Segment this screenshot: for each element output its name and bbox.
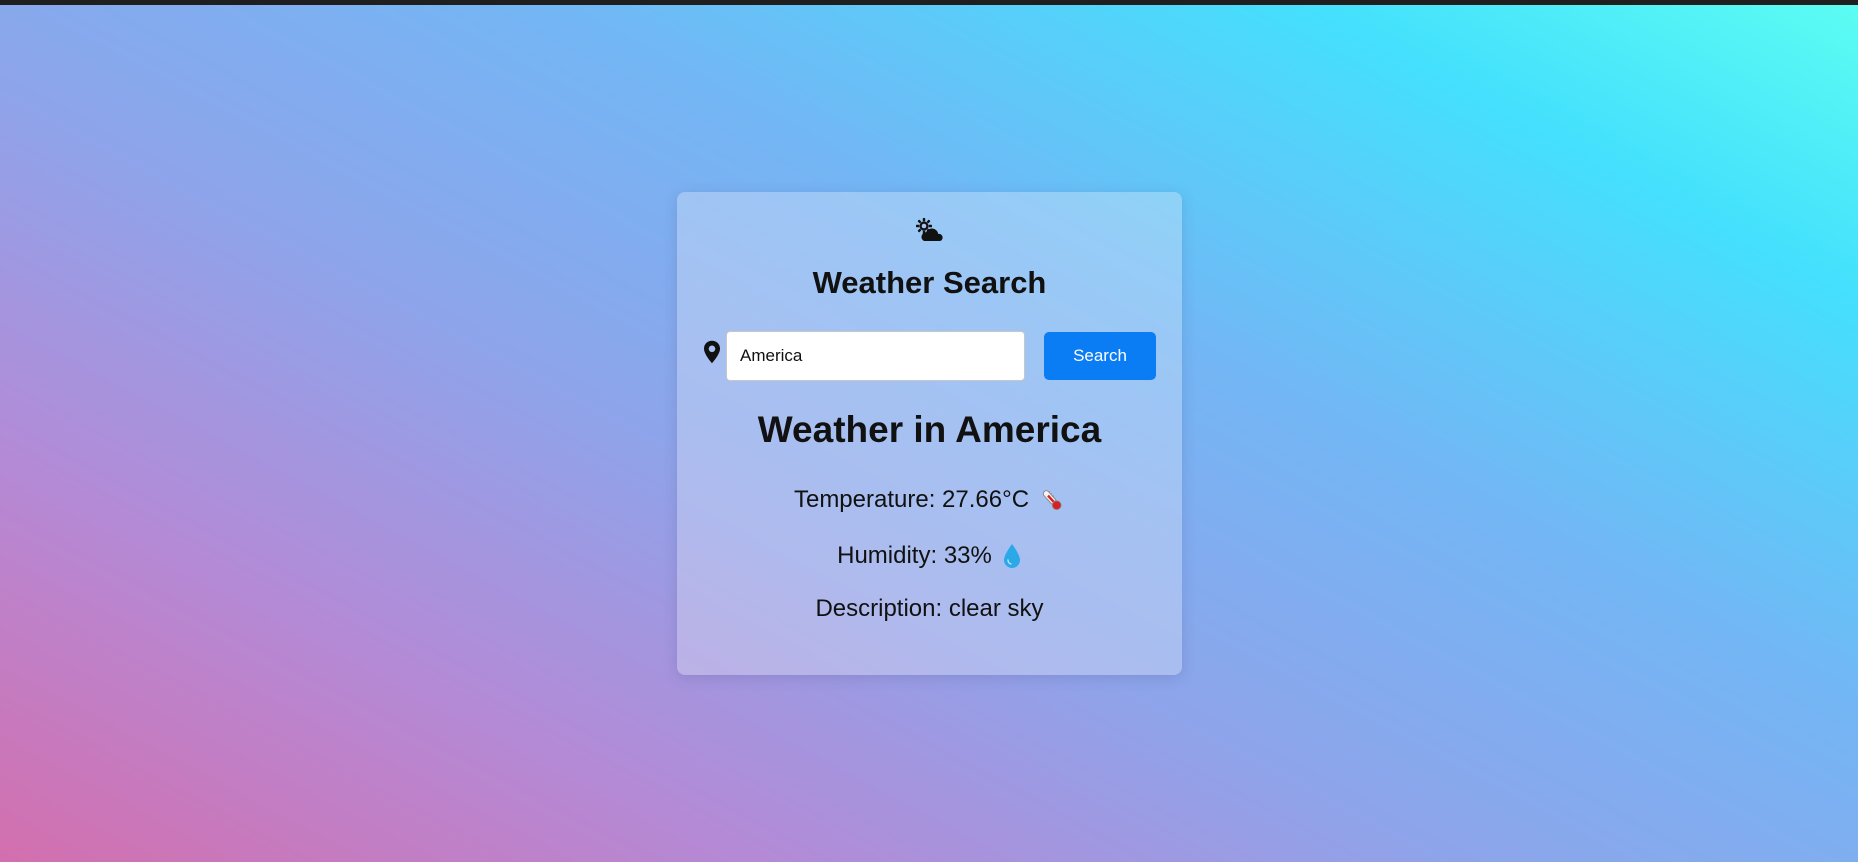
weather-card: Weather Search Search Weather in America… — [677, 192, 1182, 675]
map-pin-icon — [704, 340, 720, 364]
temperature-text: Temperature: 27.66°C — [793, 486, 1030, 513]
weather-result-heading: Weather in America — [757, 409, 1102, 450]
city-search-input[interactable] — [726, 331, 1025, 381]
description-text: Description: clear sky — [815, 595, 1044, 622]
humidity-row: Humidity: 33% — [677, 541, 1182, 571]
description-row: Description: clear sky — [677, 594, 1182, 624]
sun-cloud-icon — [916, 218, 943, 241]
browser-top-strip — [0, 0, 1858, 5]
thermometer-icon — [1042, 490, 1062, 511]
humidity-text: Humidity: 33% — [837, 542, 992, 569]
temperature-row: Temperature: 27.66°C — [677, 485, 1182, 515]
app-title: Weather Search — [812, 265, 1047, 300]
water-drop-icon — [1003, 544, 1020, 568]
search-button[interactable]: Search — [1044, 332, 1156, 380]
